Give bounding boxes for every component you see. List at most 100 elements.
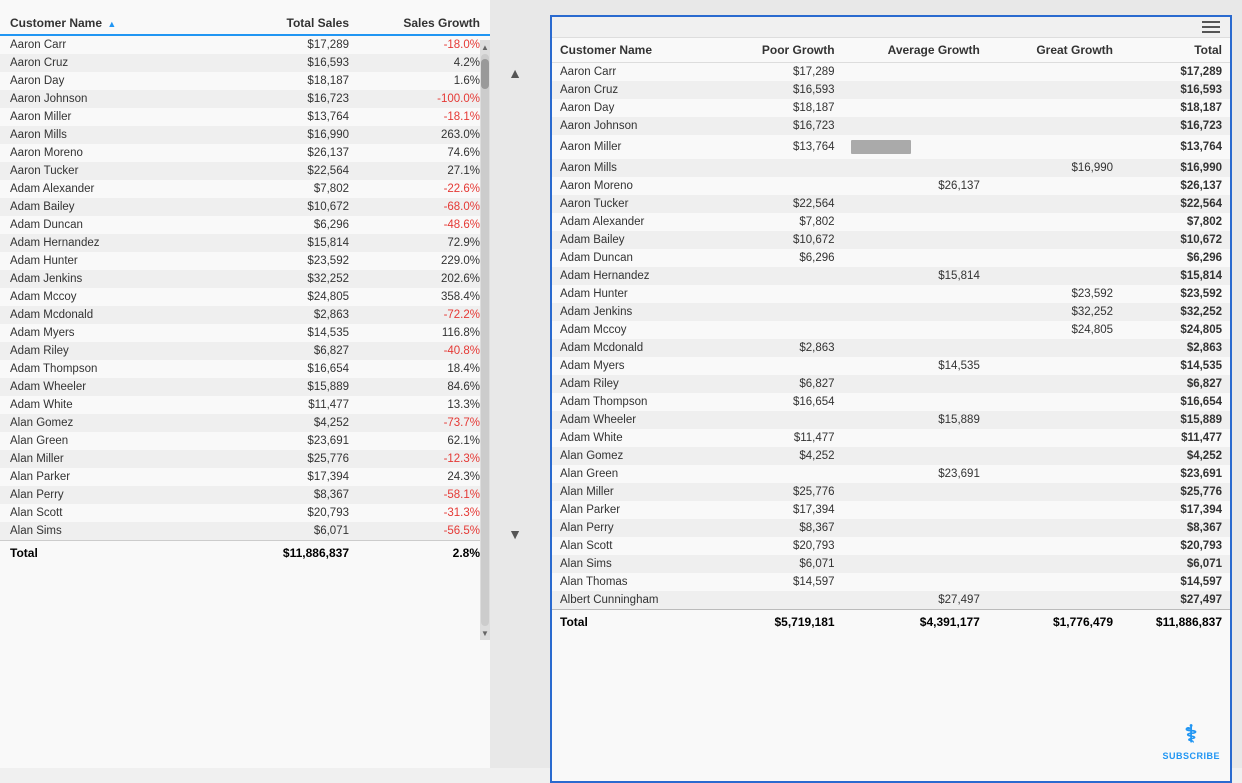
right-footer-total: $11,886,837 [1121, 610, 1230, 635]
right-table-cell: $18,187 [1121, 99, 1230, 117]
left-table-cell: 72.9% [359, 234, 490, 252]
right-table-cell [843, 555, 988, 573]
left-table-cell: -40.8% [359, 342, 490, 360]
left-table-row: Alan Sims$6,071-56.5% [0, 522, 490, 541]
left-table-cell: $15,889 [224, 378, 359, 396]
right-table-cell [843, 429, 988, 447]
left-table-cell: Alan Perry [0, 486, 224, 504]
right-table-cell: $25,776 [709, 483, 842, 501]
left-table-cell: $10,672 [224, 198, 359, 216]
scroll-thumb[interactable] [481, 59, 489, 89]
right-table-cell [988, 447, 1121, 465]
right-table-cell: $7,802 [1121, 213, 1230, 231]
right-table-cell [988, 411, 1121, 429]
right-footer-label: Total [552, 610, 709, 635]
right-table-cell: $8,367 [709, 519, 842, 537]
left-scrollbar[interactable]: ▲ ▼ [480, 40, 490, 640]
left-table-cell: Aaron Day [0, 72, 224, 90]
right-table-cell [988, 249, 1121, 267]
right-table-cell [709, 159, 842, 177]
left-footer-growth: 2.8% [359, 541, 490, 566]
scroll-down-arrow[interactable]: ▼ [480, 626, 490, 640]
right-table-cell: Aaron Day [552, 99, 709, 117]
left-table-cell: $18,187 [224, 72, 359, 90]
left-footer-label: Total [0, 541, 224, 566]
left-table-cell: Adam Mccoy [0, 288, 224, 306]
scroll-up-arrow[interactable]: ▲ [480, 40, 490, 54]
right-table-cell [988, 591, 1121, 610]
right-table-cell: $14,597 [1121, 573, 1230, 591]
right-table-cell [843, 303, 988, 321]
right-col-total: Total [1121, 38, 1230, 63]
right-table-row: Alan Thomas$14,597$14,597 [552, 573, 1230, 591]
right-table-cell: Aaron Mills [552, 159, 709, 177]
left-col-total-sales: Total Sales [224, 10, 359, 35]
right-table-cell: $6,827 [1121, 375, 1230, 393]
right-table-cell [843, 81, 988, 99]
right-footer-great: $1,776,479 [988, 610, 1121, 635]
right-table-cell: $2,863 [709, 339, 842, 357]
left-table-cell: 18.4% [359, 360, 490, 378]
right-table-cell: $16,654 [1121, 393, 1230, 411]
left-col-sales-growth: Sales Growth [359, 10, 490, 35]
right-table-cell: $27,497 [843, 591, 988, 610]
left-table-cell: $25,776 [224, 450, 359, 468]
left-table-row: Adam Hernandez$15,81472.9% [0, 234, 490, 252]
right-col-poor-growth: Poor Growth [709, 38, 842, 63]
scroll-up-v-arrow[interactable]: ▲ [508, 65, 522, 81]
right-table-cell: $4,252 [1121, 447, 1230, 465]
right-table-cell: $11,477 [1121, 429, 1230, 447]
left-table-cell: $4,252 [224, 414, 359, 432]
left-table-cell: -18.0% [359, 35, 490, 54]
left-table-cell: $32,252 [224, 270, 359, 288]
left-table-cell: $22,564 [224, 162, 359, 180]
left-table-cell: 358.4% [359, 288, 490, 306]
right-table-cell [843, 213, 988, 231]
right-table-cell [709, 411, 842, 429]
right-table-cell [988, 213, 1121, 231]
right-table-cell: Adam Riley [552, 375, 709, 393]
left-table-cell: Alan Parker [0, 468, 224, 486]
scroll-down-v-arrow[interactable]: ▼ [508, 526, 522, 542]
right-table-cell: Adam Duncan [552, 249, 709, 267]
right-table-cell [843, 231, 988, 249]
right-table-cell: Alan Gomez [552, 447, 709, 465]
left-table-cell: $7,802 [224, 180, 359, 198]
right-table-cell: $25,776 [1121, 483, 1230, 501]
right-table-cell [988, 573, 1121, 591]
right-table-row: Aaron Mills$16,990$16,990 [552, 159, 1230, 177]
left-table-cell: -73.7% [359, 414, 490, 432]
left-table-row: Adam Alexander$7,802-22.6% [0, 180, 490, 198]
right-table-cell [709, 177, 842, 195]
right-table-cell [988, 393, 1121, 411]
left-table-cell: $23,592 [224, 252, 359, 270]
left-table-cell: $2,863 [224, 306, 359, 324]
left-col-customer-name: Customer Name ▲ [0, 10, 224, 35]
left-table-cell: -22.6% [359, 180, 490, 198]
right-panel-header [552, 17, 1230, 38]
right-table-cell [843, 339, 988, 357]
right-table-cell [843, 375, 988, 393]
left-table-cell: $23,691 [224, 432, 359, 450]
right-table-cell [988, 195, 1121, 213]
hamburger-line-2 [1202, 26, 1220, 28]
right-table-cell [843, 537, 988, 555]
left-table-cell: Adam White [0, 396, 224, 414]
right-table-row: Aaron Day$18,187$18,187 [552, 99, 1230, 117]
subscribe-badge[interactable]: ⚕ SUBSCRIBE [1162, 720, 1220, 761]
right-table-cell: Alan Sims [552, 555, 709, 573]
right-table-cell: Adam White [552, 429, 709, 447]
left-table-cell: 74.6% [359, 144, 490, 162]
right-table-cell: Adam Alexander [552, 213, 709, 231]
left-table-cell: Adam Wheeler [0, 378, 224, 396]
right-table-row: Adam Alexander$7,802$7,802 [552, 213, 1230, 231]
right-table-cell [988, 117, 1121, 135]
right-table-row: Aaron Johnson$16,723$16,723 [552, 117, 1230, 135]
right-table-cell: $15,814 [1121, 267, 1230, 285]
right-table-cell [988, 63, 1121, 82]
right-table-cell: Adam Hunter [552, 285, 709, 303]
left-table-cell: 1.6% [359, 72, 490, 90]
hamburger-menu-icon[interactable] [1202, 21, 1220, 33]
right-table-row: Aaron Tucker$22,564$22,564 [552, 195, 1230, 213]
right-table-row: Alan Parker$17,394$17,394 [552, 501, 1230, 519]
